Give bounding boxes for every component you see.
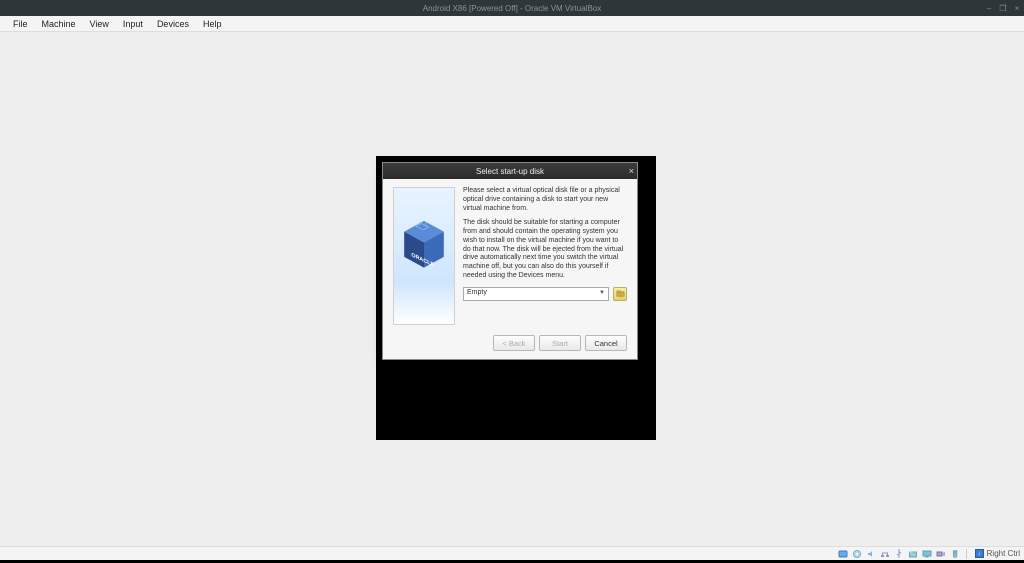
menu-input[interactable]: Input [116, 19, 150, 29]
statusbar: ↓ Right Ctrl [0, 546, 1024, 560]
dialog-titlebar[interactable]: Select start-up disk × [383, 163, 637, 179]
minimize-button[interactable]: – [984, 3, 994, 13]
maximize-button[interactable]: ❐ [998, 3, 1008, 13]
chevron-down-icon: ▼ [599, 290, 605, 298]
host-key-arrow-icon: ↓ [975, 549, 984, 558]
start-button: Start [539, 335, 581, 351]
window-title: Android X86 [Powered Off] - Oracle VM Vi… [423, 4, 601, 13]
display-icon[interactable] [922, 548, 933, 559]
dialog-buttons: < Back Start Cancel [383, 329, 637, 359]
optical-disk-icon[interactable] [852, 548, 863, 559]
shared-folder-icon[interactable] [908, 548, 919, 559]
host-key-label: Right Ctrl [987, 549, 1020, 558]
dialog-text: Please select a virtual optical disk fil… [463, 187, 627, 325]
mouse-integration-icon[interactable] [950, 548, 961, 559]
cancel-button[interactable]: Cancel [585, 335, 627, 351]
back-button: < Back [493, 335, 535, 351]
menu-file[interactable]: File [6, 19, 35, 29]
host-key-indicator[interactable]: ↓ Right Ctrl [972, 549, 1020, 558]
menu-help[interactable]: Help [196, 19, 229, 29]
titlebar: Android X86 [Powered Off] - Oracle VM Vi… [0, 0, 1024, 16]
disk-selected-value: Empty [467, 289, 487, 298]
audio-icon[interactable] [866, 548, 877, 559]
startup-disk-dialog: Select start-up disk × ORACLE virt [382, 162, 638, 360]
virtualbox-cube-icon: ORACLE virt [402, 219, 447, 269]
window-controls: – ❐ × [984, 3, 1022, 13]
dialog-title-text: Select start-up disk [476, 167, 544, 176]
status-separator [966, 549, 967, 559]
content-area: Select start-up disk × ORACLE virt [0, 32, 1024, 546]
disk-select[interactable]: Empty ▼ [463, 287, 609, 301]
dialog-paragraph-2: The disk should be suitable for starting… [463, 219, 627, 280]
menu-devices[interactable]: Devices [150, 19, 196, 29]
hard-disk-icon[interactable] [838, 548, 849, 559]
menu-view[interactable]: View [83, 19, 116, 29]
usb-icon[interactable] [894, 548, 905, 559]
dialog-body: ORACLE virt Please select a virtual opti… [383, 179, 637, 329]
menubar: File Machine View Input Devices Help [0, 16, 1024, 32]
dialog-close-button[interactable]: × [629, 166, 634, 176]
folder-icon [616, 289, 625, 298]
close-button[interactable]: × [1012, 3, 1022, 13]
menu-machine[interactable]: Machine [35, 19, 83, 29]
browse-disk-button[interactable] [613, 287, 627, 301]
dialog-illustration: ORACLE virt [393, 187, 455, 325]
dialog-paragraph-1: Please select a virtual optical disk fil… [463, 187, 627, 213]
disk-row: Empty ▼ [463, 287, 627, 301]
network-icon[interactable] [880, 548, 891, 559]
recording-icon[interactable] [936, 548, 947, 559]
